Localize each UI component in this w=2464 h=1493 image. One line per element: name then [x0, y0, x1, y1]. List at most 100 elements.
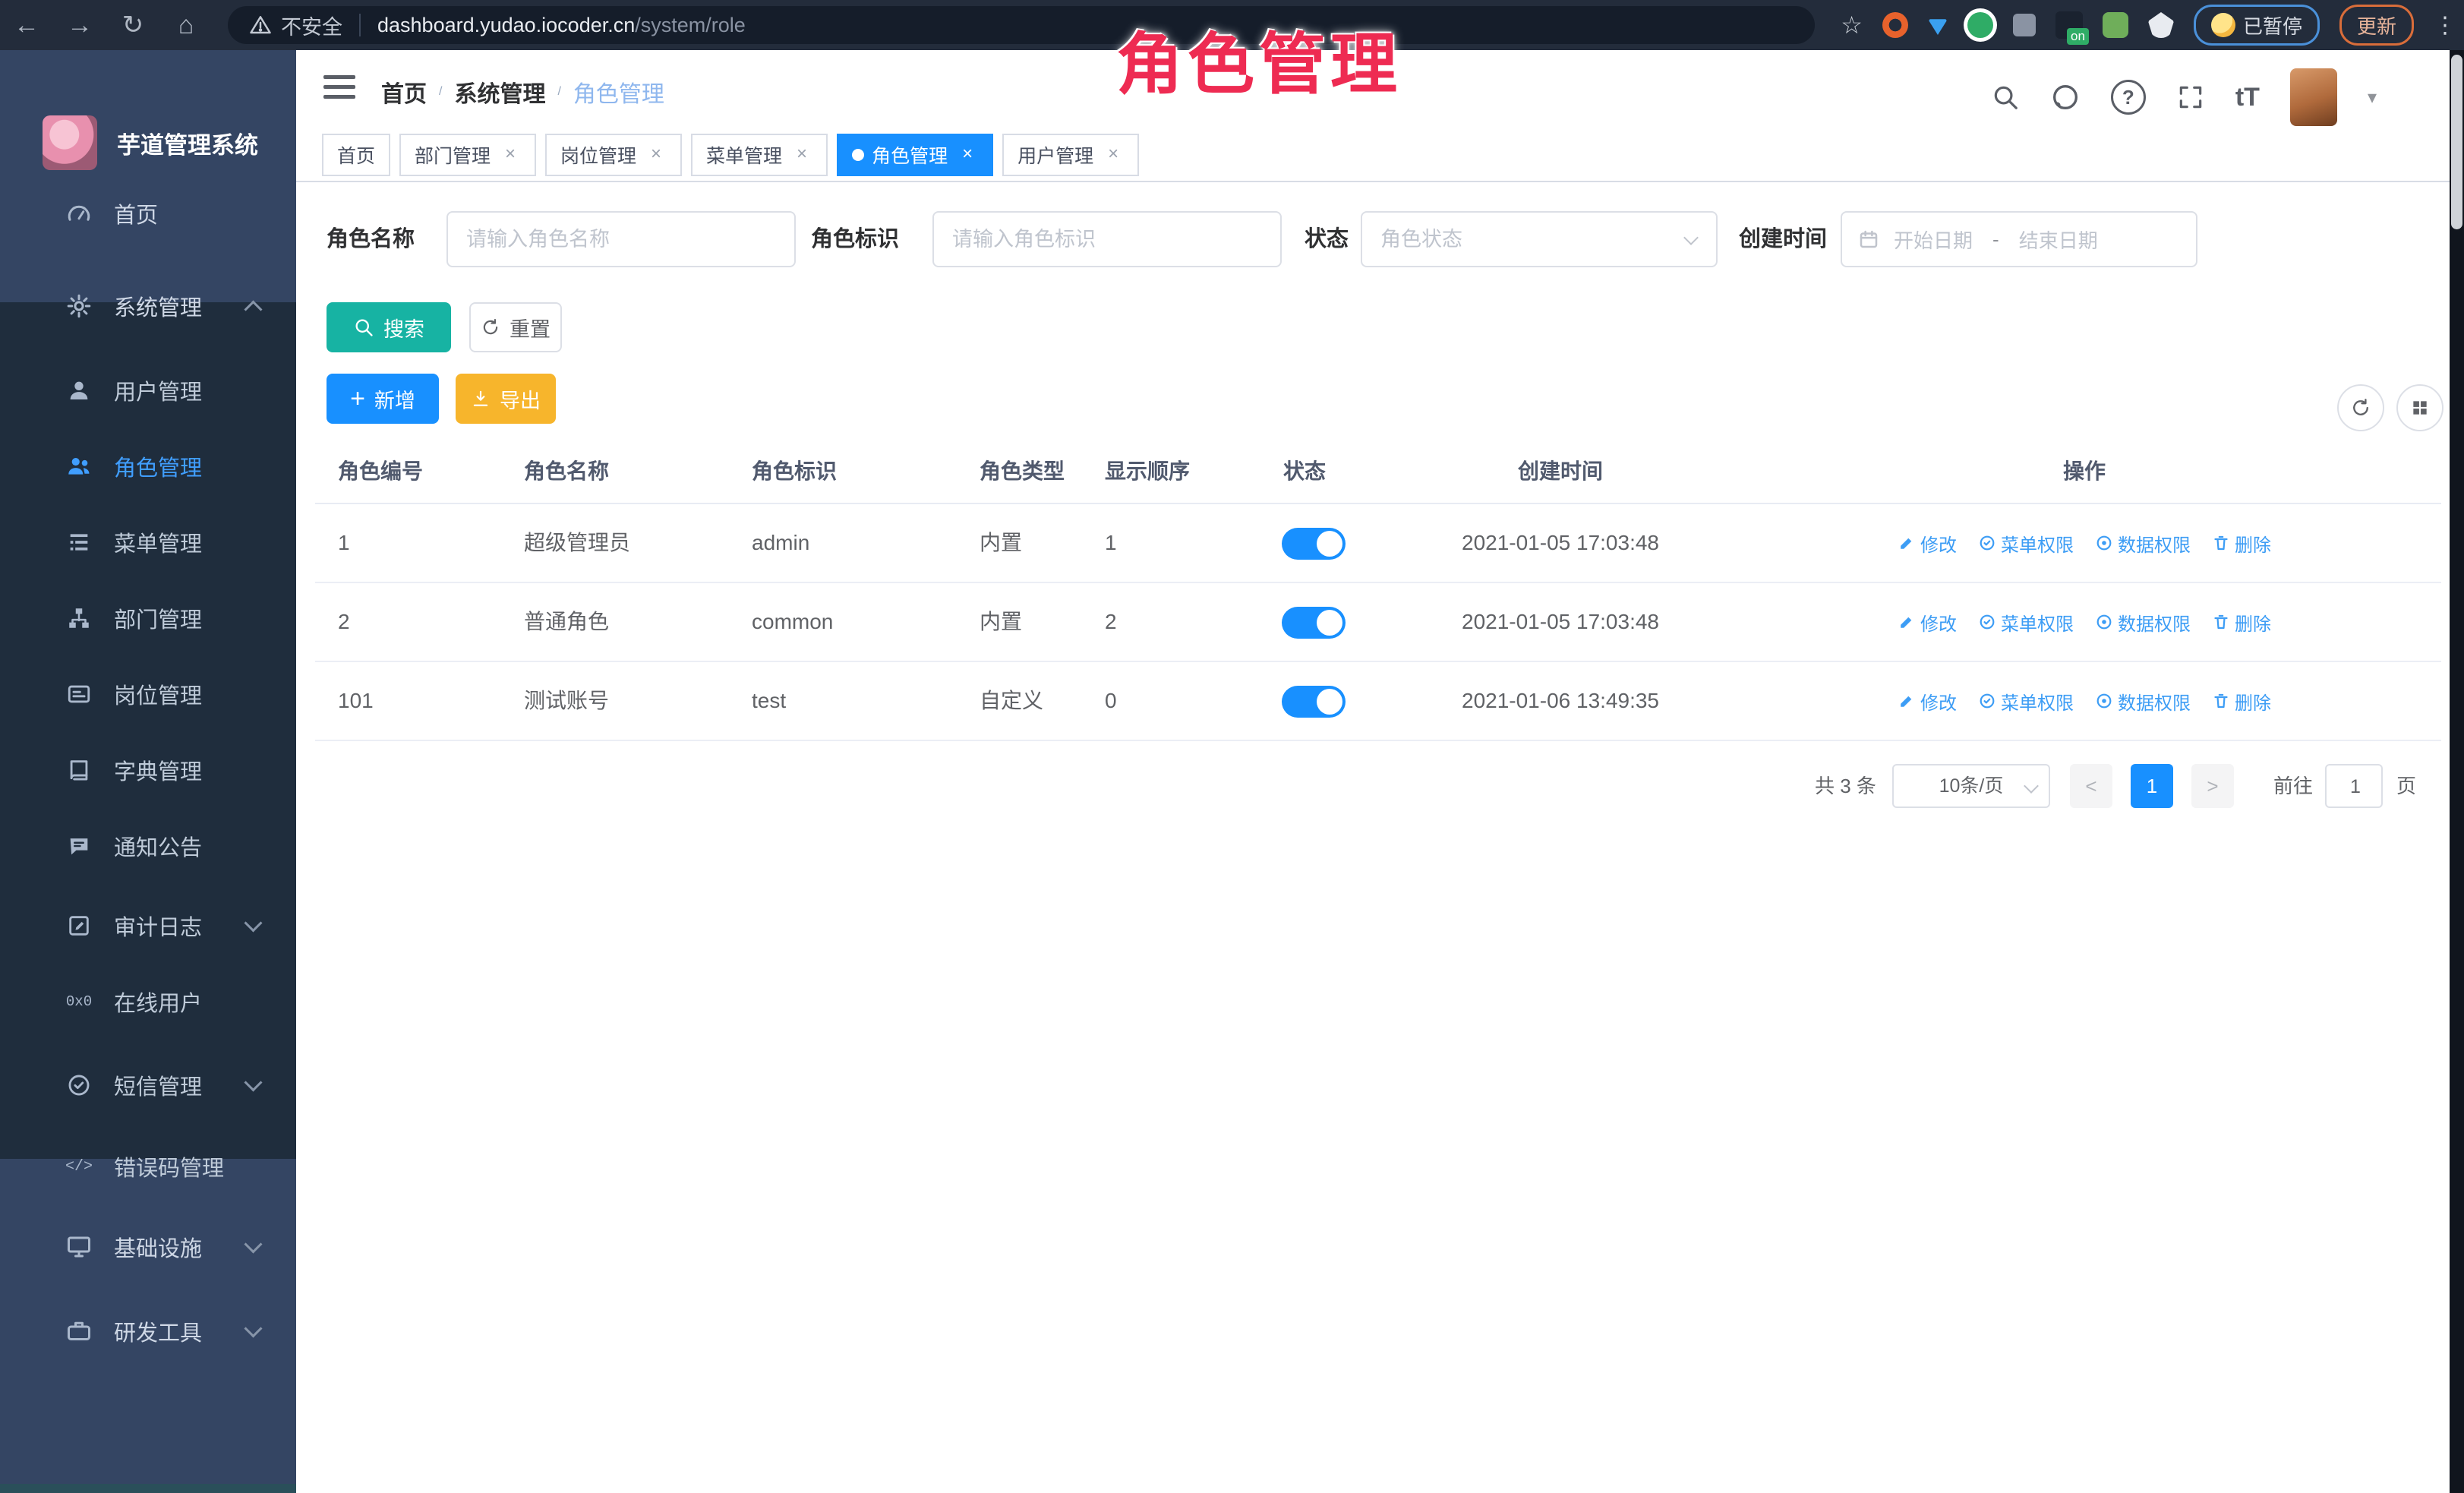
row-action-menu-permission[interactable]: 菜单权限: [1978, 609, 2074, 636]
status-select[interactable]: 角色状态: [1361, 211, 1718, 267]
add-button[interactable]: + 新增: [327, 374, 439, 424]
role-name-input-field[interactable]: [448, 213, 831, 266]
pagination-goto-input[interactable]: [2325, 764, 2383, 808]
pagination-prev-button[interactable]: <: [2070, 764, 2112, 808]
row-action-delete[interactable]: 删除: [2212, 609, 2271, 636]
scrollbar-track[interactable]: [2450, 50, 2464, 1493]
sidebar-item-label: 用户管理: [114, 374, 202, 406]
sidebar-item-departments[interactable]: 部门管理: [0, 580, 296, 656]
row-action-menu-permission[interactable]: 菜单权限: [1978, 530, 2074, 557]
sidebar-item-users[interactable]: 用户管理: [0, 352, 296, 428]
role-key-input-field[interactable]: [934, 213, 1317, 266]
user-avatar[interactable]: [2290, 68, 2337, 126]
browser-reload-icon[interactable]: ↻: [106, 10, 159, 40]
table-row[interactable]: 2 普通角色 common 内置 2 2021-01-05 17:03:48 修…: [315, 583, 2441, 662]
github-icon[interactable]: [2050, 82, 2081, 112]
chevron-down-icon: [244, 1319, 262, 1337]
browser-menu-dots-icon[interactable]: ⋮: [2434, 12, 2456, 39]
hamburger-icon[interactable]: [323, 75, 355, 99]
sidebar-item-error-codes[interactable]: </> 错误码管理: [0, 1128, 296, 1204]
tab-home[interactable]: 首页: [322, 134, 390, 176]
reset-button[interactable]: 重置: [469, 302, 562, 352]
search-icon[interactable]: [1991, 83, 2020, 112]
extensions-puzzle-icon[interactable]: [2148, 12, 2174, 38]
date-range-picker[interactable]: 开始日期 - 结束日期: [1841, 211, 2197, 267]
tab-close-icon[interactable]: ×: [791, 144, 812, 166]
extension-icon-dark[interactable]: on: [2055, 11, 2083, 39]
fullscreen-icon[interactable]: [2176, 83, 2205, 112]
pagination-next-button[interactable]: >: [2191, 764, 2234, 808]
row-action-data-permission[interactable]: 数据权限: [2095, 688, 2191, 715]
table-row[interactable]: 101 测试账号 test 自定义 0 2021-01-06 13:49:35 …: [315, 662, 2441, 741]
breadcrumb-system[interactable]: 系统管理: [454, 75, 545, 109]
sidebar-item-audit-log[interactable]: 审计日志: [0, 888, 296, 964]
row-action-menu-permission[interactable]: 菜单权限: [1978, 688, 2074, 715]
font-size-icon[interactable]: tT: [2235, 83, 2260, 112]
column-settings-button[interactable]: [2396, 384, 2443, 431]
sidebar-item-system[interactable]: 系统管理: [0, 268, 296, 344]
tab-close-icon[interactable]: ×: [957, 144, 978, 166]
address-bar[interactable]: 不安全 dashboard.yudao.iocoder.cn/system/ro…: [228, 6, 1815, 44]
browser-back-icon[interactable]: ←: [0, 11, 53, 40]
sidebar-item-dev-tools[interactable]: 研发工具: [0, 1293, 296, 1369]
date-start-placeholder[interactable]: 开始日期: [1894, 226, 1973, 254]
row-action-edit[interactable]: 修改: [1898, 530, 1957, 557]
sidebar-item-menus[interactable]: 菜单管理: [0, 504, 296, 580]
sidebar-item-home[interactable]: 首页: [0, 175, 296, 251]
status-toggle[interactable]: [1282, 686, 1346, 718]
tab-close-icon[interactable]: ×: [500, 144, 521, 166]
browser-home-icon[interactable]: ⌂: [159, 11, 213, 40]
search-button[interactable]: 搜索: [327, 302, 451, 352]
sidebar-item-notice[interactable]: 通知公告: [0, 808, 296, 884]
bookmark-star-icon[interactable]: ☆: [1841, 11, 1863, 39]
breadcrumb-home[interactable]: 首页: [381, 75, 427, 109]
page-size-select[interactable]: 10条/页: [1892, 764, 2050, 808]
tab-close-icon[interactable]: ×: [1103, 144, 1124, 166]
export-button[interactable]: 导出: [456, 374, 556, 424]
browser-update-button[interactable]: 更新: [2339, 5, 2414, 46]
extension-icon-green-circle[interactable]: [1967, 12, 1993, 38]
browser-forward-icon[interactable]: →: [53, 11, 106, 40]
refresh-table-button[interactable]: [2337, 384, 2384, 431]
docs-question-icon[interactable]: ?: [2111, 80, 2146, 115]
app-logo-block[interactable]: 芋道管理系统: [43, 115, 258, 170]
tab-posts[interactable]: 岗位管理 ×: [545, 134, 682, 176]
security-label[interactable]: 不安全: [281, 11, 342, 40]
extension-icon-person[interactable]: [2103, 12, 2128, 38]
role-name-input[interactable]: [446, 211, 796, 267]
row-action-delete[interactable]: 删除: [2212, 688, 2271, 715]
profile-paused-chip[interactable]: 已暂停: [2194, 5, 2320, 46]
role-key-input[interactable]: [932, 211, 1282, 267]
sidebar-item-label: 通知公告: [114, 830, 202, 862]
tab-roles[interactable]: 角色管理 ×: [837, 134, 993, 176]
pagination-goto-field[interactable]: [2327, 765, 2384, 808]
row-action-data-permission[interactable]: 数据权限: [2095, 530, 2191, 557]
row-action-delete[interactable]: 删除: [2212, 530, 2271, 557]
tab-menus[interactable]: 菜单管理 ×: [691, 134, 828, 176]
sidebar-item-sms[interactable]: 短信管理: [0, 1047, 296, 1123]
row-action-edit[interactable]: 修改: [1898, 609, 1957, 636]
table-row[interactable]: 1 超级管理员 admin 内置 1 2021-01-05 17:03:48 修…: [315, 504, 2441, 583]
tab-close-icon[interactable]: ×: [645, 144, 667, 166]
extension-icon-blue-drop[interactable]: [1928, 15, 1948, 35]
row-action-data-permission[interactable]: 数据权限: [2095, 609, 2191, 636]
sidebar-item-roles[interactable]: 角色管理: [0, 428, 296, 504]
scrollbar-thumb[interactable]: [2451, 55, 2462, 229]
tab-users[interactable]: 用户管理 ×: [1002, 134, 1139, 176]
row-action-edit[interactable]: 修改: [1898, 688, 1957, 715]
sidebar-item-dict[interactable]: 字典管理: [0, 732, 296, 808]
sidebar-item-infrastructure[interactable]: 基础设施: [0, 1209, 296, 1285]
date-end-placeholder[interactable]: 结束日期: [2019, 226, 2098, 254]
status-toggle[interactable]: [1282, 528, 1346, 560]
security-warning-icon: [249, 14, 272, 36]
status-toggle[interactable]: [1282, 607, 1346, 639]
extension-icon-gray[interactable]: [2013, 14, 2036, 36]
cell-role-name: 测试账号: [524, 662, 609, 740]
pagination-page-1[interactable]: 1: [2131, 764, 2173, 808]
extension-icon-orange[interactable]: [1882, 12, 1908, 38]
chevron-down-icon: [244, 914, 262, 932]
tab-departments[interactable]: 部门管理 ×: [399, 134, 536, 176]
sidebar-item-online-users[interactable]: 0x0 在线用户: [0, 964, 296, 1040]
sidebar-item-posts[interactable]: 岗位管理: [0, 656, 296, 732]
avatar-caret-icon[interactable]: ▾: [2368, 87, 2377, 109]
